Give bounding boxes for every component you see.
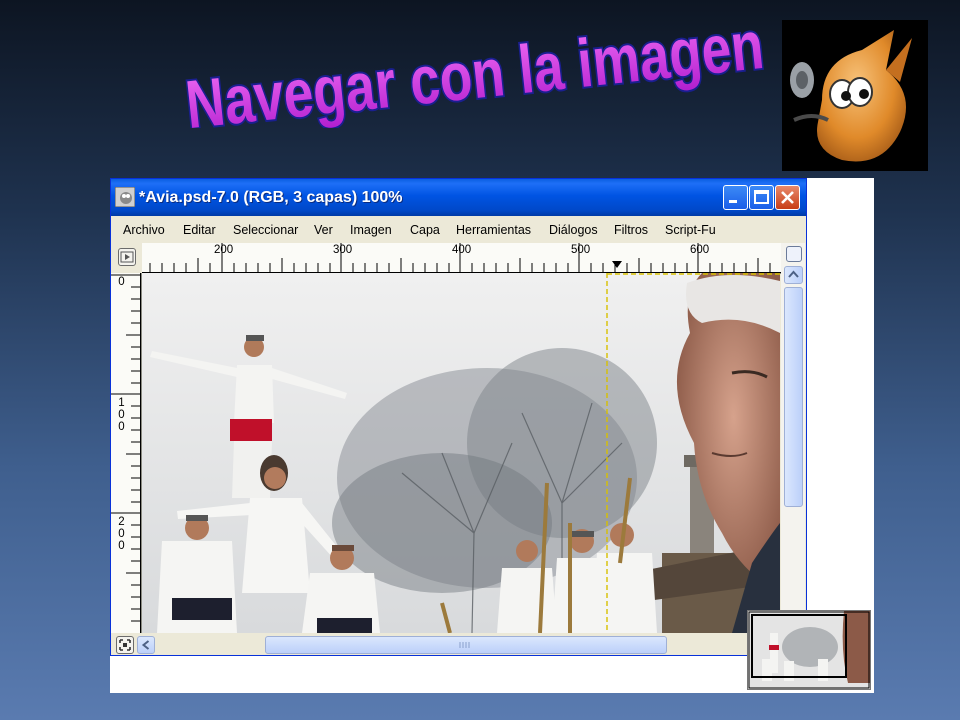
ruler-label: 500 [571, 244, 591, 256]
ruler-label: 100 [118, 397, 125, 433]
photo-collage [142, 273, 780, 633]
gimp-image-window: *Avia.psd-7.0 (RGB, 3 capas) 100% Archiv… [110, 178, 807, 656]
minimize-icon [729, 200, 737, 203]
ruler-label: 0 [118, 276, 125, 288]
gimp-logo [782, 20, 928, 171]
menu-imagen[interactable]: Imagen [350, 223, 392, 237]
horizontal-ruler[interactable]: 200 300 400 500 600 [142, 243, 785, 274]
vertical-ruler[interactable]: 0 100 200 [111, 273, 142, 633]
maximize-icon [754, 190, 769, 204]
close-button[interactable] [775, 185, 800, 210]
menu-bar: Archivo Editar Seleccionar Ver Imagen Ca… [111, 216, 806, 242]
menu-dialogos[interactable]: Diálogos [549, 223, 598, 237]
minimize-button[interactable] [723, 185, 748, 210]
maximize-button[interactable] [749, 185, 774, 210]
chevron-up-icon [788, 270, 799, 278]
scroll-left-button[interactable] [137, 636, 155, 654]
close-icon [781, 191, 794, 204]
vertical-scrollbar[interactable] [781, 243, 805, 635]
navigation-preview[interactable] [747, 610, 871, 690]
gimp-wilber-icon [790, 30, 912, 162]
slide-title: Navegar con la imagen [175, 18, 775, 128]
menu-herramientas[interactable]: Herramientas [456, 223, 531, 237]
ruler-label: 600 [690, 244, 710, 256]
menu-archivo[interactable]: Archivo [123, 223, 165, 237]
menu-capa[interactable]: Capa [410, 223, 440, 237]
quick-mask-toggle[interactable] [118, 248, 136, 266]
scroll-up-button[interactable] [784, 266, 803, 284]
menu-filtros[interactable]: Filtros [614, 223, 648, 237]
menu-ver[interactable]: Ver [314, 223, 333, 237]
ruler-label: 300 [333, 244, 353, 256]
quick-mask-icon [120, 251, 134, 263]
grip-icon [459, 642, 470, 648]
ruler-label: 200 [118, 516, 125, 552]
navigate-button[interactable] [116, 636, 134, 654]
ruler-label: 400 [452, 244, 472, 256]
menu-seleccionar[interactable]: Seleccionar [233, 223, 298, 237]
navigation-thumbnail [748, 611, 870, 689]
chevron-left-icon [141, 640, 150, 650]
menu-script-fu[interactable]: Script-Fu [665, 223, 716, 237]
ruler-label: 200 [214, 244, 234, 256]
horizontal-scroll-thumb[interactable] [265, 636, 667, 654]
image-canvas[interactable] [142, 273, 780, 633]
vertical-scroll-thumb[interactable] [784, 287, 803, 507]
window-title: *Avia.psd-7.0 (RGB, 3 capas) 100% [139, 189, 403, 206]
navigate-icon [119, 639, 131, 651]
gimp-icon[interactable] [114, 186, 136, 208]
slide-title-text: Navegar con la imagen [182, 18, 767, 128]
window-titlebar[interactable]: *Avia.psd-7.0 (RGB, 3 capas) 100% [111, 179, 806, 216]
status-bar [111, 635, 806, 655]
pointer-marker [612, 261, 622, 268]
menu-editar[interactable]: Editar [183, 223, 216, 237]
zoom-toggle-button[interactable] [786, 246, 802, 262]
